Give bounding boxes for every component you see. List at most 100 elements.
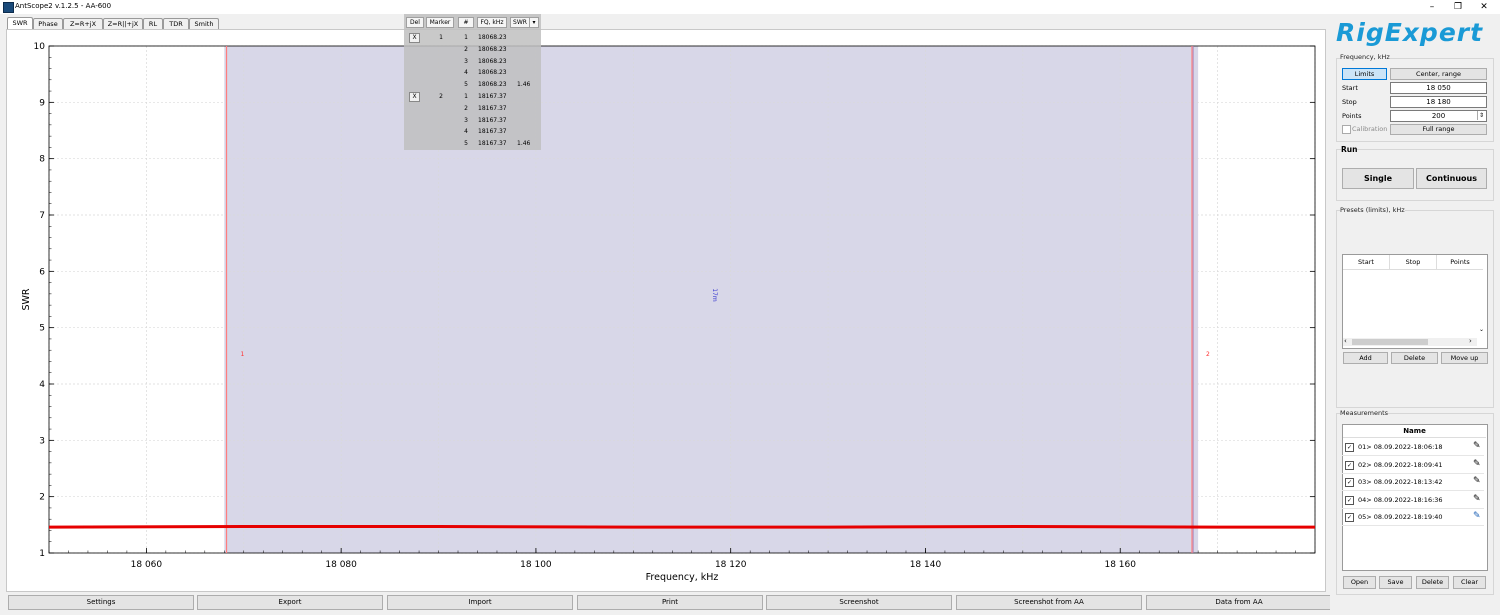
screenshot-button[interactable]: Screenshot — [766, 595, 952, 610]
presets-col-points[interactable]: Points — [1437, 255, 1483, 270]
edit-pencil-icon[interactable]: ✎ — [1473, 476, 1481, 486]
marker-id — [434, 57, 448, 66]
x-tick-label: 18 140 — [910, 560, 942, 570]
measurement-row[interactable]: ✓ 01> 08.09.2022-18:06:18 ✎ — [1342, 439, 1484, 456]
export-button[interactable]: Export — [197, 595, 383, 610]
marker-table-header-swr: SWR — [510, 17, 530, 28]
marker-frequency: 18068.23 — [478, 45, 507, 53]
measurement-checkbox[interactable]: ✓ — [1345, 443, 1354, 452]
marker-trace-num: 1 — [464, 93, 468, 100]
marker-label-1: 1 — [241, 351, 245, 358]
tab-swr[interactable]: SWR — [7, 17, 33, 29]
clear-button[interactable]: Clear — [1453, 576, 1486, 589]
tab-z-parallel[interactable]: Z=R||+jX — [103, 18, 143, 29]
measurement-name: 02> 08.09.2022-18:09:41 — [1358, 460, 1443, 469]
marker-frequency: 18167.37 — [478, 128, 507, 136]
tab-rl[interactable]: RL — [143, 18, 163, 29]
measurement-name: 04> 08.09.2022-18:16:36 — [1358, 495, 1443, 504]
measurement-row[interactable]: ✓ 02> 08.09.2022-18:09:41 ✎ — [1342, 457, 1484, 474]
marker-frequency: 18068.23 — [478, 57, 507, 65]
y-tick-label: 10 — [34, 42, 46, 52]
data-from-aa-button[interactable]: Data from AA — [1146, 595, 1332, 610]
measurement-row[interactable]: ✓ 03> 08.09.2022-18:13:42 ✎ — [1342, 474, 1484, 491]
delete-measurement-button[interactable]: Delete — [1416, 576, 1449, 589]
points-spinbox[interactable]: 200 — [1390, 110, 1487, 122]
marker-table-row: 5 18068.23 1.46 — [404, 80, 541, 90]
band-region — [224, 46, 1199, 553]
calibration-label: Calibration — [1352, 125, 1388, 133]
stop-input[interactable]: 18 180 — [1390, 96, 1487, 108]
settings-button[interactable]: Settings — [8, 595, 194, 610]
points-stepper-icon[interactable]: ⇕ — [1477, 111, 1485, 120]
marker-table-row: 2 18167.37 — [404, 104, 541, 114]
print-button[interactable]: Print — [577, 595, 763, 610]
restore-button[interactable]: ❐ — [1444, 0, 1472, 14]
screenshot-from-aa-button[interactable]: Screenshot from AA — [956, 595, 1142, 610]
presets-scroll-thumb[interactable] — [1352, 339, 1428, 345]
open-button[interactable]: Open — [1343, 576, 1376, 589]
x-tick-label: 18 120 — [715, 560, 747, 570]
run-label: Run — [1341, 145, 1358, 154]
marker-label-2: 2 — [1206, 351, 1210, 358]
continuous-button[interactable]: Continuous — [1416, 168, 1487, 189]
swr-dropdown-icon[interactable]: ▾ — [529, 17, 539, 28]
preset-delete-button[interactable]: Delete — [1391, 352, 1438, 364]
minimize-button[interactable]: – — [1418, 0, 1446, 14]
presets-col-start[interactable]: Start — [1343, 255, 1390, 270]
marker-table-row: 4 18167.37 — [404, 127, 541, 137]
edit-pencil-icon[interactable]: ✎ — [1473, 441, 1481, 451]
measurements-col-name[interactable]: Name — [1343, 425, 1486, 438]
scroll-down-icon[interactable]: ⌄ — [1479, 326, 1484, 333]
close-button[interactable]: ✕ — [1470, 0, 1498, 14]
measurement-name: 03> 08.09.2022-18:13:42 — [1358, 478, 1443, 486]
marker-id — [434, 127, 448, 136]
y-tick-label: 4 — [39, 380, 45, 390]
marker-swr — [517, 57, 537, 66]
y-tick-label: 1 — [39, 549, 45, 559]
marker-delete-button[interactable]: X — [409, 92, 420, 102]
edit-pencil-icon[interactable]: ✎ — [1473, 511, 1481, 521]
tab-tdr[interactable]: TDR — [163, 18, 189, 29]
marker-swr: 1.46 — [517, 140, 531, 148]
single-button[interactable]: Single — [1342, 168, 1414, 189]
marker-id — [434, 116, 448, 125]
marker-table-header-num: # — [458, 17, 474, 28]
measurement-row[interactable]: ✓ 04> 08.09.2022-18:16:36 ✎ — [1342, 492, 1484, 509]
tab-smith[interactable]: Smith — [189, 18, 219, 29]
measurement-checkbox[interactable]: ✓ — [1345, 460, 1354, 470]
tab-phase[interactable]: Phase — [33, 18, 63, 29]
save-button[interactable]: Save — [1379, 576, 1412, 589]
calibration-checkbox[interactable] — [1342, 125, 1351, 134]
swr-chart[interactable]: 17m 1 2 3 4 5 6 7 8 9 10 18 060 18 080 18 100 18 120 1… — [7, 30, 1325, 591]
edit-pencil-icon[interactable]: ✎ — [1473, 459, 1481, 469]
center-range-button[interactable]: Center, range — [1390, 68, 1487, 80]
marker-swr — [517, 45, 537, 54]
preset-add-button[interactable]: Add — [1343, 352, 1388, 364]
marker-trace-num: 3 — [464, 116, 468, 124]
measurement-row[interactable]: ✓ 05> 08.09.2022-18:19:40 ✎ — [1342, 509, 1484, 526]
marker-table-row: 5 18167.37 1.46 — [404, 139, 541, 149]
edit-pencil-icon[interactable]: ✎ — [1473, 494, 1481, 504]
scroll-left-icon[interactable]: ‹ — [1344, 337, 1347, 345]
measurement-checkbox[interactable]: ✓ — [1345, 513, 1354, 522]
limits-button[interactable]: Limits — [1342, 68, 1387, 80]
preset-move-up-button[interactable]: Move up — [1441, 352, 1488, 364]
measurement-checkbox[interactable]: ✓ — [1345, 495, 1354, 505]
import-button[interactable]: Import — [387, 595, 573, 610]
x-tick-label: 18 080 — [325, 560, 357, 570]
marker-delete-button[interactable]: X — [409, 33, 420, 43]
window-title: AntScope2 v.1.2.5 - AA-600 — [15, 2, 112, 10]
y-tick-label: 7 — [39, 211, 45, 221]
full-range-button[interactable]: Full range — [1390, 124, 1487, 135]
marker-frequency: 18167.37 — [478, 104, 507, 112]
measurement-checkbox[interactable]: ✓ — [1345, 478, 1354, 487]
marker-table-row: 4 18068.23 — [404, 68, 541, 78]
stop-label: Stop — [1342, 98, 1357, 106]
tab-z-series[interactable]: Z=R+jX — [63, 18, 103, 29]
marker-frequency: 18167.37 — [478, 140, 507, 148]
marker-table-row: 3 18068.23 — [404, 57, 541, 67]
presets-col-stop[interactable]: Stop — [1390, 255, 1437, 270]
start-input[interactable]: 18 050 — [1390, 82, 1487, 94]
marker-id — [434, 104, 448, 113]
scroll-right-icon[interactable]: › — [1469, 337, 1472, 345]
